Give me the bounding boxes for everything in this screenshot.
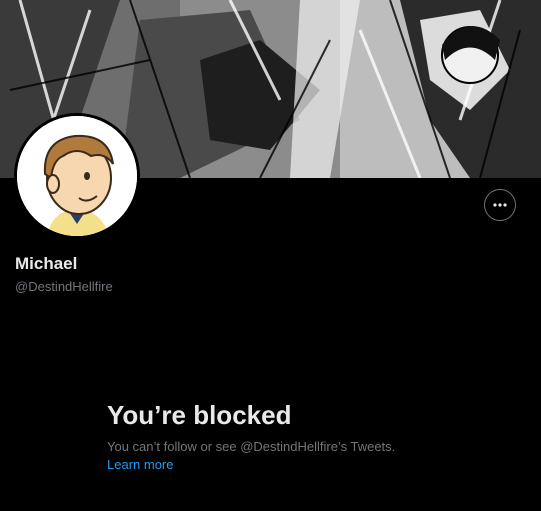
avatar[interactable] <box>17 116 137 236</box>
learn-more-link[interactable]: Learn more <box>107 456 173 474</box>
blocked-message: You can’t follow or see @DestindHellfire… <box>107 439 396 454</box>
profile-display-name: Michael <box>15 254 78 273</box>
profile-handle: @DestindHellfire <box>15 279 113 294</box>
more-horizontal-icon <box>493 203 507 207</box>
blocked-notice: You’re blocked You can’t follow or see @… <box>107 398 447 474</box>
avatar-image <box>17 116 137 236</box>
avatar-frame[interactable] <box>14 113 140 239</box>
more-options-button[interactable] <box>484 189 516 221</box>
blocked-title: You’re blocked <box>107 400 292 430</box>
